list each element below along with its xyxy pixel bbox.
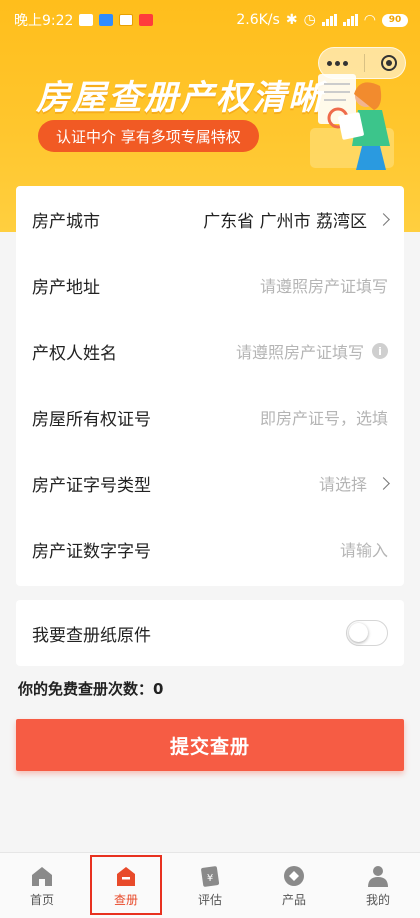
status-bar: 晚上9:22 2.6K/s ✱ ◷ ◠ 90 bbox=[0, 0, 420, 40]
app-notification-icon bbox=[119, 14, 134, 26]
battery-icon: 90 bbox=[382, 13, 408, 27]
tab-mine-label: 我的 bbox=[365, 892, 390, 907]
city-row[interactable]: 房产城市 广东省 广州市 荔湾区 bbox=[16, 186, 404, 252]
app-notification-icon bbox=[99, 14, 114, 26]
info-icon[interactable]: i bbox=[372, 343, 388, 359]
chevron-right-icon bbox=[377, 212, 390, 226]
certificate-digit-row[interactable]: 房产证数字字号 请输入 bbox=[16, 516, 404, 582]
city-label: 房产城市 bbox=[32, 211, 100, 232]
certificate-type-row[interactable]: 房产证字号类型 请选择 bbox=[16, 450, 404, 516]
owner-name-field[interactable]: 请遵照房产证填写 i bbox=[236, 339, 388, 363]
certificate-digit-label: 房产证数字字号 bbox=[32, 541, 151, 562]
active-tab-highlight bbox=[90, 855, 162, 915]
certificate-type-placeholder: 请选择 bbox=[318, 475, 367, 494]
yen-card-icon: ¥ bbox=[201, 865, 220, 887]
more-icon[interactable] bbox=[327, 60, 348, 66]
bottom-tab-bar: 首页 查册 ¥ 评估 产品 我的 bbox=[0, 852, 420, 918]
tab-search[interactable]: 查册 bbox=[84, 853, 168, 918]
city-selected-value: 广东省 广州市 荔湾区 bbox=[203, 211, 367, 232]
bluetooth-icon: ✱ bbox=[285, 12, 298, 28]
city-value[interactable]: 广东省 广州市 荔湾区 bbox=[203, 207, 390, 232]
tab-home[interactable]: 首页 bbox=[0, 853, 84, 918]
property-form: 房产城市 广东省 广州市 荔湾区 房产地址 请遵照房产证填写 产权人姓名 请遵照… bbox=[16, 186, 404, 586]
paper-original-row: 我要查册纸原件 bbox=[16, 600, 404, 666]
tab-evaluate[interactable]: ¥ 评估 bbox=[168, 853, 252, 918]
signal-icon bbox=[321, 14, 337, 26]
woman-reading-illustration bbox=[310, 74, 394, 170]
address-input[interactable]: 请遵照房产证填写 bbox=[260, 273, 388, 297]
banner-subtitle: 认证中介 享有多项专属特权 bbox=[38, 120, 259, 152]
owner-name-label: 产权人姓名 bbox=[32, 343, 117, 364]
certificate-type-label: 房产证字号类型 bbox=[32, 475, 151, 496]
app-notification-icon bbox=[139, 14, 154, 26]
certificate-digit-input[interactable]: 请输入 bbox=[340, 537, 388, 561]
paper-original-toggle[interactable] bbox=[346, 620, 388, 646]
alarm-icon: ◷ bbox=[303, 12, 316, 28]
free-query-count: 你的免费查册次数：0 bbox=[18, 680, 164, 698]
tab-products[interactable]: 产品 bbox=[252, 853, 336, 918]
svg-text:¥: ¥ bbox=[207, 873, 213, 884]
tab-home-label: 首页 bbox=[29, 892, 54, 907]
status-time: 晚上9:22 bbox=[14, 13, 74, 29]
product-icon bbox=[284, 865, 304, 886]
paper-original-label: 我要查册纸原件 bbox=[32, 625, 151, 646]
certificate-number-label: 房屋所有权证号 bbox=[32, 409, 151, 430]
signal-icon bbox=[342, 14, 358, 26]
owner-name-input[interactable]: 请遵照房产证填写 bbox=[236, 339, 364, 363]
address-row[interactable]: 房产地址 请遵照房产证填写 bbox=[16, 252, 404, 318]
address-label: 房产地址 bbox=[32, 277, 100, 298]
network-speed: 2.6K/s bbox=[236, 12, 280, 28]
tab-evaluate-label: 评估 bbox=[197, 892, 222, 907]
certificate-type-select[interactable]: 请选择 bbox=[318, 471, 390, 495]
certificate-number-input[interactable]: 即房产证号，选填 bbox=[260, 405, 388, 429]
wifi-icon: ◠ bbox=[363, 12, 376, 28]
chevron-right-icon bbox=[377, 476, 390, 490]
home-icon bbox=[32, 866, 52, 886]
certificate-number-row[interactable]: 房屋所有权证号 即房产证号，选填 bbox=[16, 384, 404, 450]
message-icon bbox=[79, 14, 94, 26]
submit-button[interactable]: 提交查册 bbox=[16, 719, 404, 771]
banner-title: 房屋查册产权清晰 bbox=[36, 78, 324, 118]
tab-mine[interactable]: 我的 bbox=[336, 853, 420, 918]
user-icon bbox=[368, 865, 388, 887]
tab-products-label: 产品 bbox=[281, 892, 306, 907]
owner-name-row[interactable]: 产权人姓名 请遵照房产证填写 i bbox=[16, 318, 404, 384]
